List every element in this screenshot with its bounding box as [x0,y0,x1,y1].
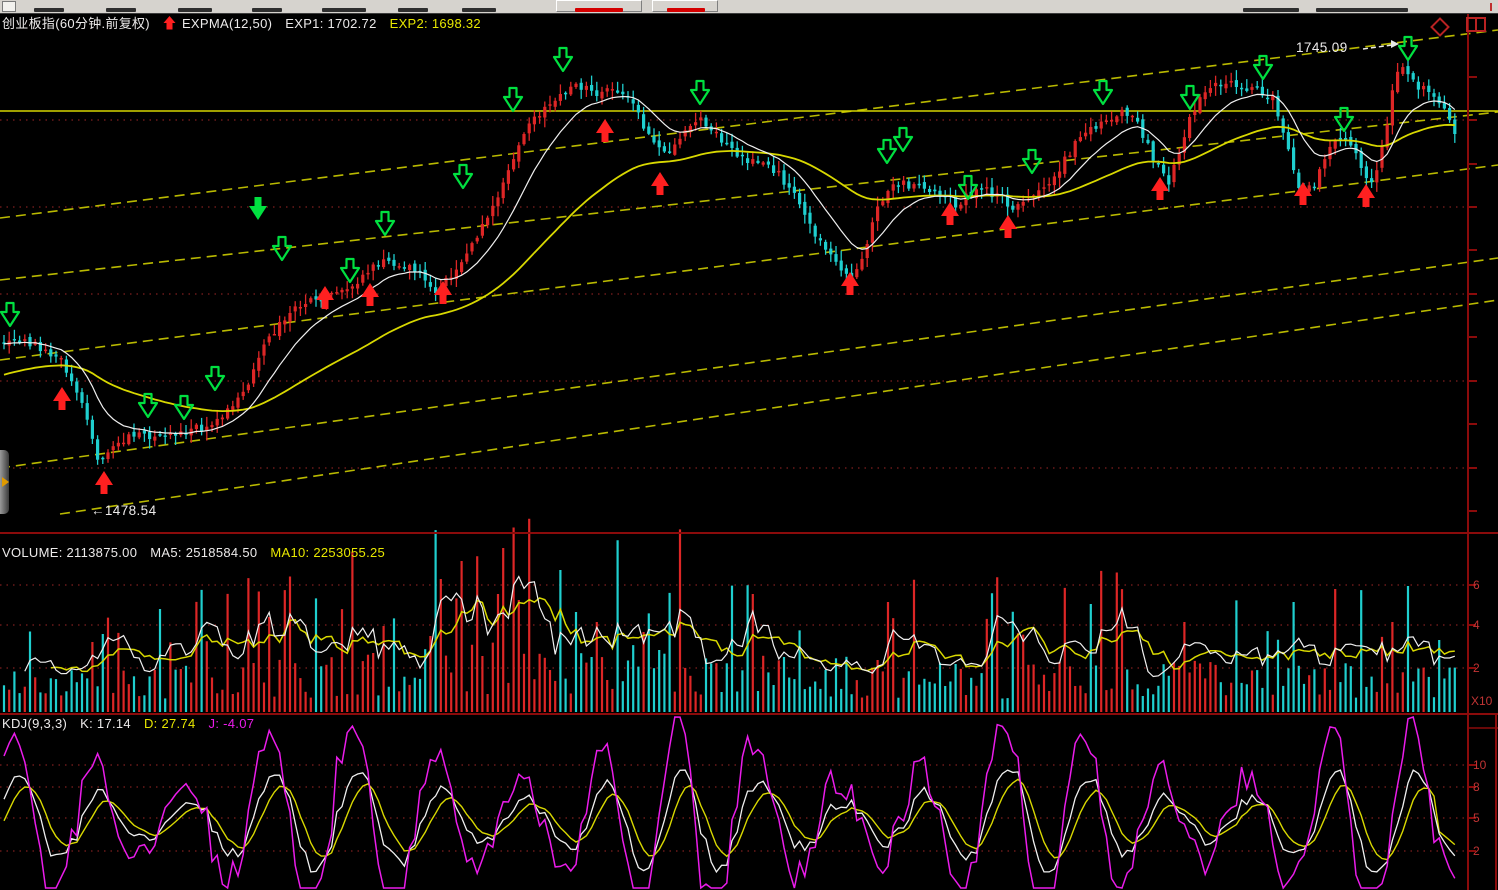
sell-arrow [376,212,394,235]
sell-arrow-solid [249,197,267,220]
axis-value-label: 6 [1473,578,1498,592]
buy-arrow [316,286,334,309]
sell-arrow [504,88,522,111]
sell-arrow [341,259,359,282]
buy-arrow [999,215,1017,238]
sell-arrow [1181,86,1199,109]
axis-value-label: 8 [1473,780,1498,794]
axis-value-label: 4 [1473,618,1498,632]
sell-arrow [454,165,472,188]
buy-arrow [1151,177,1169,200]
sell-arrow [206,367,224,390]
kdj-d-value: D: 27.74 [144,716,196,731]
volume-ma5-value: MA5: 2518584.50 [150,545,257,560]
buy-arrow [1357,184,1375,207]
exp1-value: EXP1: 1702.72 [285,16,376,31]
axis-value-label: 2 [1473,844,1498,858]
panel-expand-handle[interactable] [0,450,9,514]
volume-value: VOLUME: 2113875.00 [2,545,137,560]
sell-arrow [1023,150,1041,173]
buy-arrow [434,281,452,304]
up-arrow-icon [163,16,176,34]
sell-arrow [175,396,193,419]
symbol-title: 创业板指(60分钟.前复权) [2,16,150,31]
buy-arrow [95,471,113,494]
buy-arrow [651,172,669,195]
sell-arrow [1,303,19,326]
chart-canvas[interactable] [0,0,1498,890]
kdj-lines [4,717,1455,888]
exp2-value: EXP2: 1698.32 [390,16,481,31]
volume-ma10-value: MA10: 2253055.25 [270,545,385,560]
expma-lines [4,94,1455,433]
kdj-indicator-label: KDJ(9,3,3) [2,716,67,731]
sell-arrow [691,81,709,104]
expand-arrow-icon [2,477,9,487]
volume-pane-header: VOLUME: 2113875.00 MA5: 2518584.50 MA10: 2… [2,545,398,561]
split-window-icon[interactable] [1466,17,1486,32]
sell-arrow [894,128,912,151]
sell-arrow [554,48,572,71]
sell-arrow [273,237,291,260]
sell-arrow [878,140,896,163]
buy-arrow [361,283,379,306]
low-price-annotation: ←1478.54 [91,503,157,518]
main-chart-header: 创业板指(60分钟.前复权) EXPMA(12,50) EXP1: 1702.72 E… [2,16,494,34]
axis-value-label: 10 [1473,758,1498,772]
axis-value-label: 5 [1473,811,1498,825]
high-price-annotation: 1745.09 [1296,40,1348,55]
buy-arrow [53,387,71,410]
kdj-j-value: J: -4.07 [209,716,255,731]
sell-arrow [1094,81,1112,104]
indicator-label: EXPMA(12,50) [182,16,272,31]
app-window: 创业板指(60分钟.前复权) EXPMA(12,50) EXP1: 1702.72 E… [0,0,1498,890]
annotation-arrow [1363,40,1399,49]
kdj-k-value: K: 17.14 [80,716,131,731]
kdj-pane-header: KDJ(9,3,3) K: 17.14 D: 27.74 J: -4.07 [2,716,267,732]
volume-unit-label: X10 [1471,694,1498,708]
axis-value-label: 2 [1473,661,1498,675]
gridlines [0,120,1468,851]
buy-arrow [596,119,614,142]
